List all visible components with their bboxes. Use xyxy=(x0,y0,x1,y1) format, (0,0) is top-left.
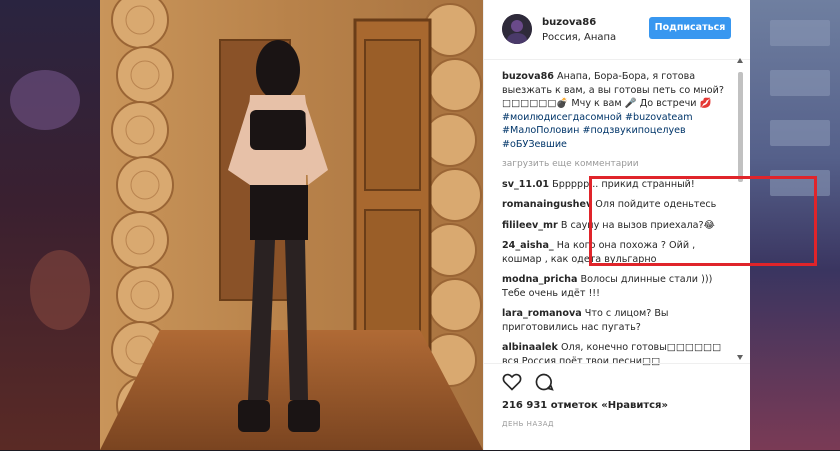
follow-button[interactable]: Подписаться xyxy=(649,17,731,39)
scroll-down-arrow-icon[interactable] xyxy=(737,355,743,360)
comment-username[interactable]: romanaingushev xyxy=(502,199,592,210)
highlight-box xyxy=(589,176,817,266)
comment-username[interactable]: 24_aisha_ xyxy=(502,240,554,251)
caption-username[interactable]: buzova86 xyxy=(502,71,554,82)
comment-username[interactable]: modna_pricha xyxy=(502,274,577,285)
avatar-image xyxy=(502,14,532,44)
post-modal: buzova86 Россия, Анапа Подписаться buzov… xyxy=(100,0,817,450)
scroll-up-arrow-icon[interactable] xyxy=(737,58,743,63)
background-blur xyxy=(30,250,90,330)
load-more-comments[interactable]: загрузить еще комментарии xyxy=(502,158,727,172)
comment-username[interactable]: sv_11.01 xyxy=(502,179,549,190)
post-photo[interactable] xyxy=(100,0,483,450)
background-left xyxy=(0,0,100,450)
comment-icon[interactable] xyxy=(534,372,554,392)
comment-item: modna_pricha Волосы длинные стали ))) Те… xyxy=(502,273,727,300)
caption-hashtags[interactable]: #моилюдисегдасомной #buzovateam #МалоПол… xyxy=(502,112,693,150)
background-bar xyxy=(770,70,830,96)
background-blur xyxy=(10,70,80,130)
background-bar xyxy=(770,20,830,46)
heart-icon[interactable] xyxy=(502,372,522,392)
post-timestamp[interactable]: ДЕНЬ НАЗАД xyxy=(502,420,554,428)
comment-item: lara_romanova Что с лицом? Вы приготовил… xyxy=(502,307,727,334)
comment-username[interactable]: lara_romanova xyxy=(502,308,582,319)
likes-count[interactable]: 216 931 отметок «Нравится» xyxy=(502,400,668,411)
comment-username[interactable]: filileev_mr xyxy=(502,220,558,231)
avatar[interactable] xyxy=(502,14,532,44)
post-username[interactable]: buzova86 xyxy=(542,17,596,28)
post-image xyxy=(100,0,483,450)
background-bar xyxy=(770,120,830,146)
caption: buzova86 Анапа, Бора-Бора, я готова выез… xyxy=(502,70,727,151)
post-header: buzova86 Россия, Анапа Подписаться xyxy=(484,0,750,60)
scroll-thumb[interactable] xyxy=(738,72,743,182)
comment-username[interactable]: albinaalek xyxy=(502,342,558,353)
post-location[interactable]: Россия, Анапа xyxy=(542,32,616,43)
